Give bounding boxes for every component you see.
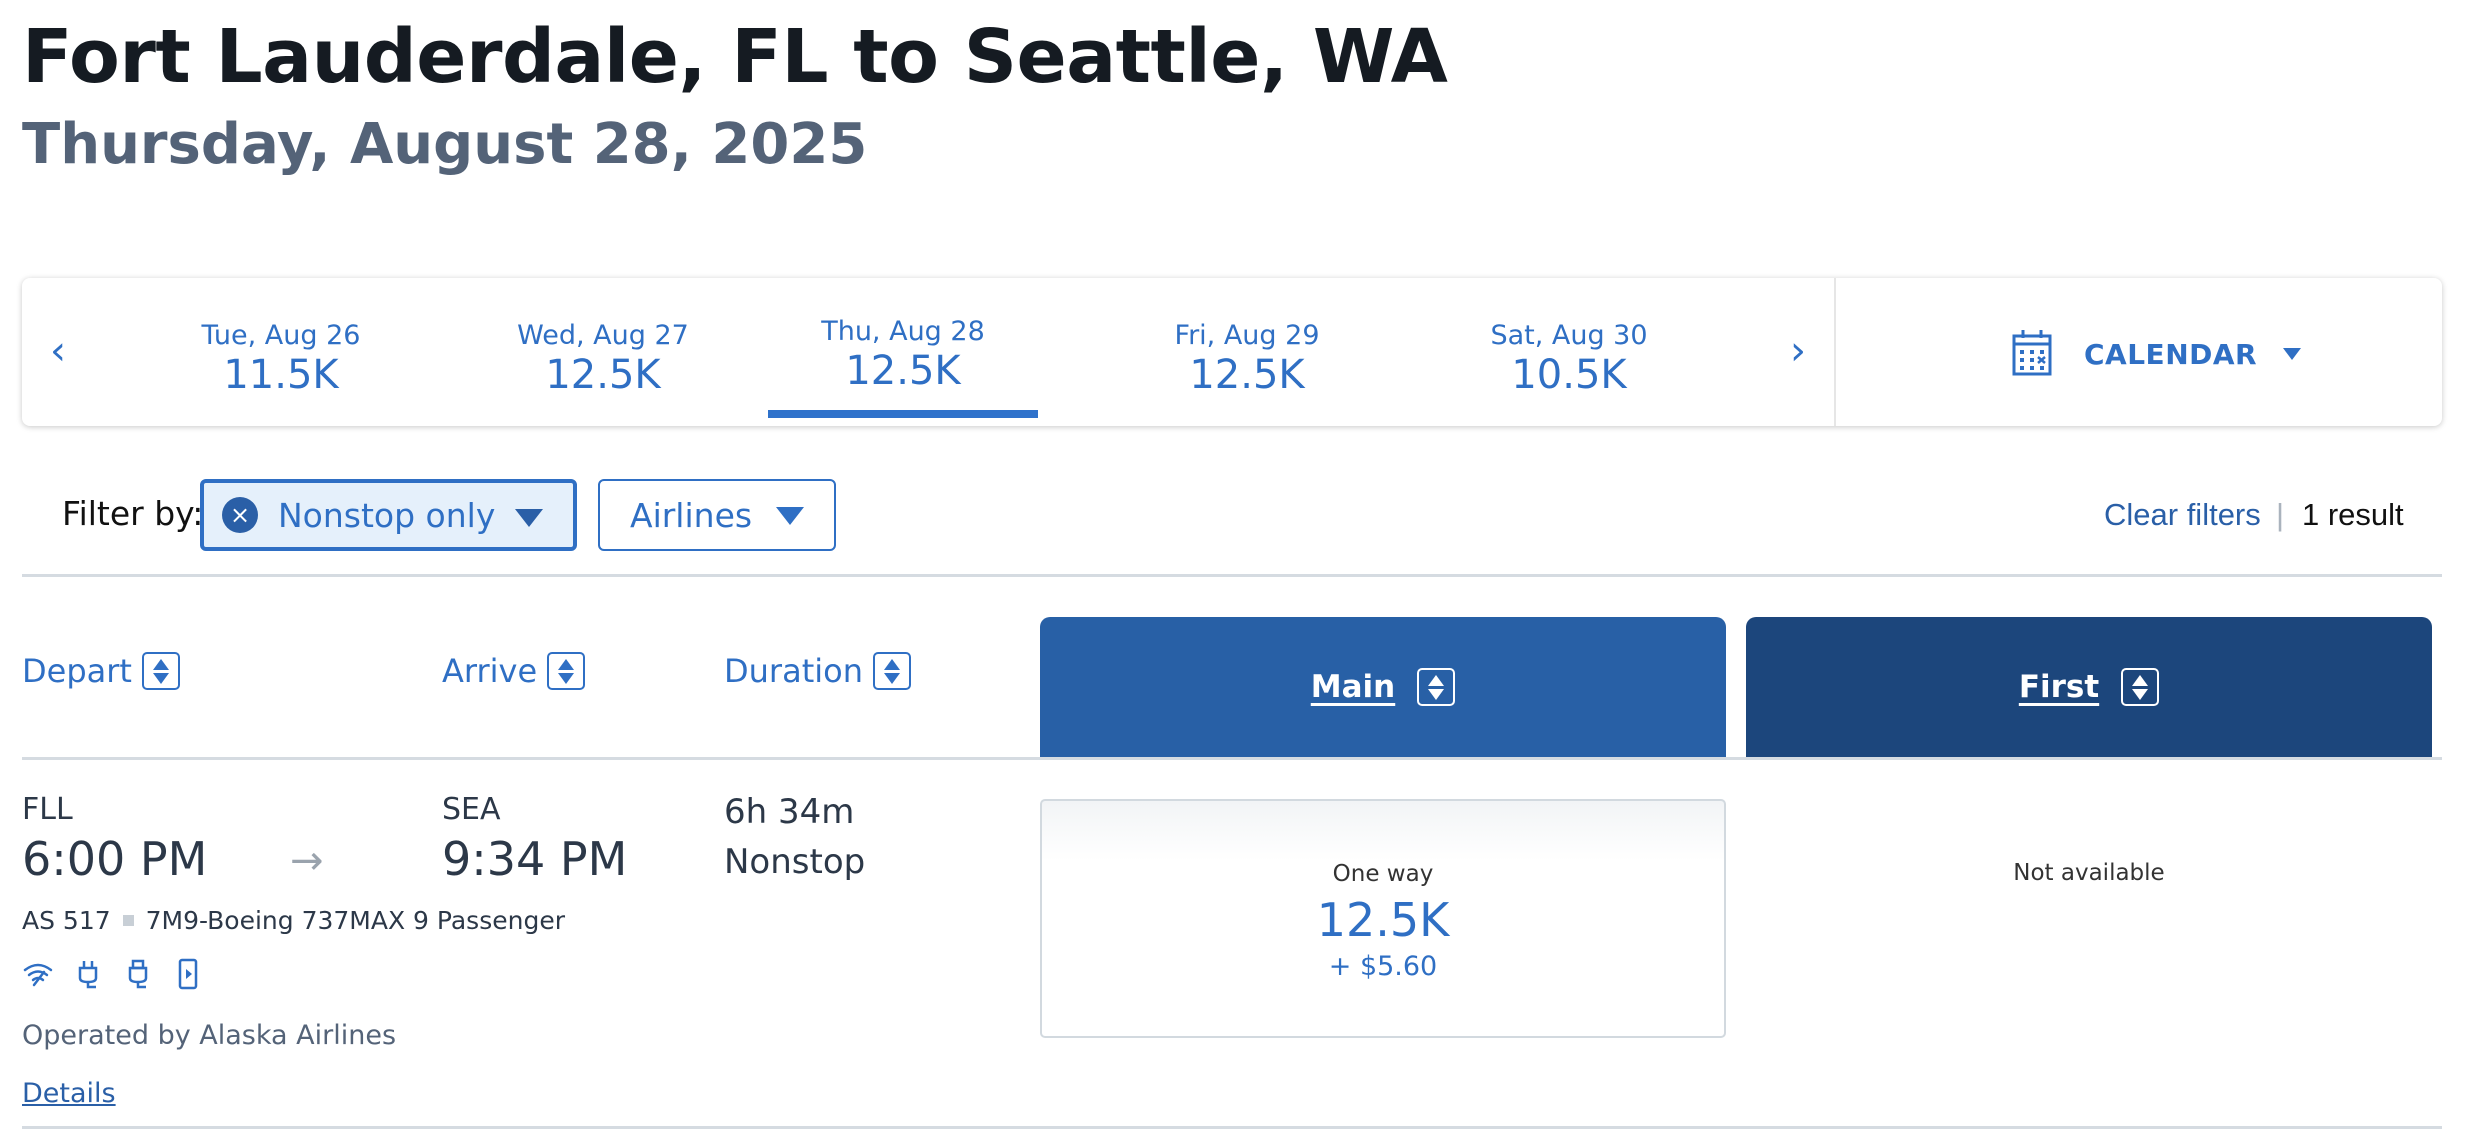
airlines-filter-dropdown[interactable]: Airlines bbox=[598, 479, 836, 551]
arrive-time: 9:34 PM bbox=[442, 832, 628, 886]
separator-dot bbox=[122, 915, 134, 926]
date-price: 10.5K bbox=[1511, 352, 1627, 398]
first-fare-not-available: Not available bbox=[2013, 860, 2165, 886]
date-option-tue-aug-26[interactable]: Tue, Aug 26 11.5K bbox=[146, 278, 416, 426]
first-class-header[interactable]: First bbox=[1746, 617, 2432, 757]
calendar-label: CALENDAR bbox=[2084, 337, 2258, 371]
airlines-filter-label: Airlines bbox=[630, 495, 753, 535]
next-dates-button[interactable]: › bbox=[1778, 328, 1818, 374]
date-option-sat-aug-30[interactable]: Sat, Aug 30 10.5K bbox=[1434, 278, 1704, 426]
sort-arrive-header[interactable]: Arrive bbox=[442, 652, 586, 690]
divider bbox=[22, 1126, 2442, 1129]
sort-icon bbox=[2121, 668, 2160, 706]
date-price: 12.5K bbox=[1189, 352, 1305, 398]
sort-icon bbox=[141, 652, 180, 690]
origin-airport: FLL bbox=[22, 792, 73, 827]
flight-info: AS 517 7M9-Boeing 737MAX 9 Passenger bbox=[22, 906, 565, 935]
nonstop-filter-label: Nonstop only bbox=[278, 495, 496, 535]
duration-header-label: Duration bbox=[724, 652, 863, 690]
divider bbox=[22, 757, 2442, 760]
flight-duration: 6h 34m bbox=[724, 792, 855, 832]
power-outlet-icon bbox=[72, 958, 104, 994]
sort-icon bbox=[547, 652, 586, 690]
main-cabin-header[interactable]: Main bbox=[1040, 617, 1726, 757]
main-cabin-label: Main bbox=[1310, 669, 1396, 705]
depart-header-label: Depart bbox=[22, 652, 132, 690]
date-price: 12.5K bbox=[545, 352, 661, 398]
usb-icon bbox=[122, 958, 154, 994]
arrow-right-icon: → bbox=[290, 838, 324, 884]
result-count: 1 result bbox=[2302, 497, 2404, 532]
main-fare-option[interactable]: One way 12.5K + $5.60 bbox=[1040, 799, 1726, 1038]
sort-icon bbox=[1417, 668, 1456, 706]
chevron-down-icon bbox=[2283, 348, 2302, 360]
previous-dates-button[interactable]: ‹ bbox=[38, 328, 78, 374]
details-link[interactable]: Details bbox=[22, 1078, 116, 1109]
date-label: Wed, Aug 27 bbox=[517, 320, 689, 351]
selected-underline bbox=[768, 410, 1038, 418]
streaming-entertainment-icon bbox=[172, 958, 204, 994]
wifi-icon bbox=[22, 958, 54, 994]
sort-depart-header[interactable]: Depart bbox=[22, 652, 180, 690]
nonstop-filter-dropdown[interactable]: × Nonstop only bbox=[200, 479, 577, 551]
date-label: Sat, Aug 30 bbox=[1490, 320, 1648, 351]
flight-number: AS 517 bbox=[22, 906, 111, 935]
calendar-button[interactable]: CALENDAR bbox=[2012, 326, 2302, 382]
fare-type-label: One way bbox=[1332, 861, 1434, 887]
remove-filter-icon[interactable]: × bbox=[222, 497, 258, 533]
date-label: Tue, Aug 26 bbox=[201, 320, 361, 351]
chevron-down-icon bbox=[776, 507, 804, 525]
date-selector-strip: ‹ Tue, Aug 26 11.5K Wed, Aug 27 12.5K Th… bbox=[22, 278, 2442, 426]
clear-filters-link[interactable]: Clear filters bbox=[2104, 497, 2261, 533]
calendar-icon bbox=[2012, 328, 2052, 380]
strip-divider bbox=[1834, 278, 1836, 426]
date-price: 12.5K bbox=[845, 348, 961, 394]
sort-duration-header[interactable]: Duration bbox=[724, 652, 911, 690]
flight-stops: Nonstop bbox=[724, 842, 866, 882]
sort-icon bbox=[872, 652, 911, 690]
aircraft-type: 7M9-Boeing 737MAX 9 Passenger bbox=[145, 906, 565, 935]
separator: | bbox=[2276, 497, 2285, 532]
date-option-wed-aug-27[interactable]: Wed, Aug 27 12.5K bbox=[468, 278, 738, 426]
chevron-down-icon bbox=[515, 509, 543, 527]
operated-by: Operated by Alaska Airlines bbox=[22, 1020, 397, 1051]
date-option-fri-aug-29[interactable]: Fri, Aug 29 12.5K bbox=[1112, 278, 1382, 426]
depart-time: 6:00 PM bbox=[22, 832, 208, 886]
amenities-list bbox=[22, 958, 204, 994]
arrive-header-label: Arrive bbox=[442, 652, 538, 690]
filter-by-label: Filter by: bbox=[62, 494, 204, 533]
fare-price: 12.5K bbox=[1316, 893, 1450, 947]
first-class-label: First bbox=[2018, 669, 2100, 705]
page-subtitle-date: Thursday, August 28, 2025 bbox=[22, 112, 868, 177]
page-title: Fort Lauderdale, FL to Seattle, WA bbox=[22, 14, 1448, 100]
date-option-thu-aug-28[interactable]: Thu, Aug 28 12.5K bbox=[768, 278, 1038, 426]
divider bbox=[22, 574, 2442, 577]
destination-airport: SEA bbox=[442, 792, 501, 827]
date-price: 11.5K bbox=[223, 352, 339, 398]
date-label: Thu, Aug 28 bbox=[821, 316, 985, 347]
fare-fee: + $5.60 bbox=[1328, 951, 1438, 982]
date-label: Fri, Aug 29 bbox=[1174, 320, 1320, 351]
